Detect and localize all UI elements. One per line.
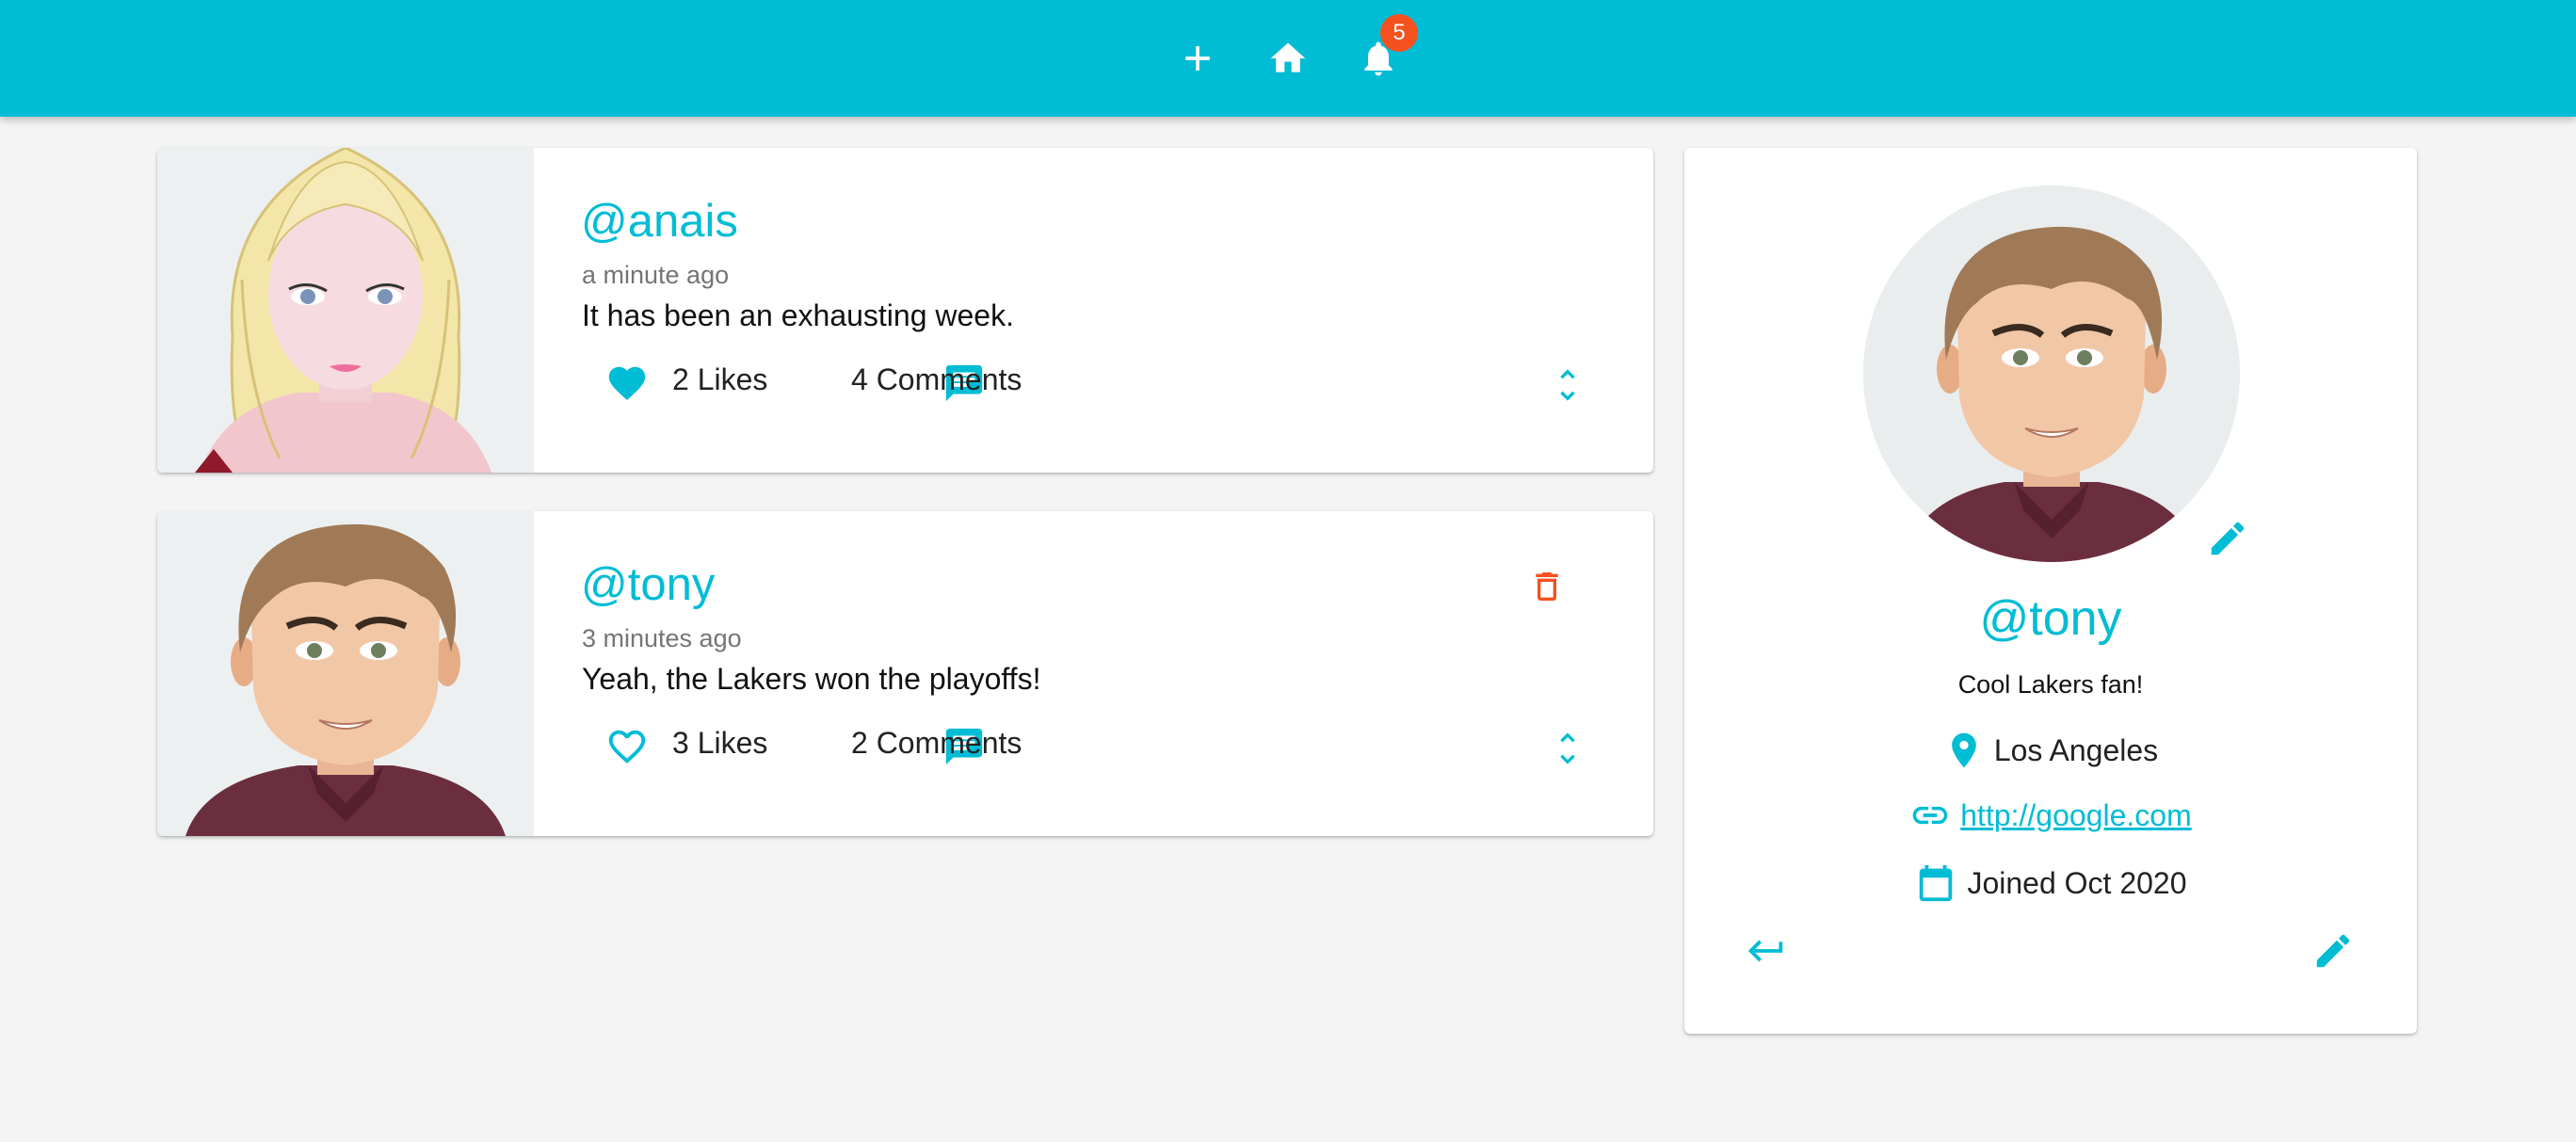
post-timestamp: 3 minutes ago xyxy=(582,624,742,652)
home-icon xyxy=(1270,42,1306,72)
keyboard-return-icon xyxy=(1747,940,1783,962)
like-button[interactable] xyxy=(605,362,649,405)
expand-post-button[interactable] xyxy=(1549,362,1586,408)
edit-avatar-button[interactable] xyxy=(2206,517,2249,560)
website-link[interactable]: http://google.com xyxy=(1960,798,2191,833)
profile-website: http://google.com xyxy=(1684,795,2417,836)
notification-badge: 5 xyxy=(1380,14,1418,52)
post-body: Yeah, the Lakers won the playoffs! xyxy=(582,662,1041,696)
pencil-icon xyxy=(2211,522,2245,555)
joined-text: Joined Oct 2020 xyxy=(1967,865,2187,900)
post-handle[interactable]: @tony xyxy=(581,558,715,611)
calendar-icon xyxy=(1920,864,1953,902)
post-avatar-image xyxy=(157,511,534,836)
post-card: @anais a minute ago It has been an exhau… xyxy=(157,148,1653,473)
trash-icon xyxy=(1536,572,1558,601)
profile-avatar xyxy=(1863,185,2240,562)
add-post-button[interactable] xyxy=(1167,28,1228,88)
comments-count: 4 Comments xyxy=(851,362,1022,396)
home-button[interactable] xyxy=(1258,28,1318,88)
location-text: Los Angeles xyxy=(1993,732,2159,767)
unfold-more-icon xyxy=(1560,369,1575,401)
location-pin-icon xyxy=(1951,732,1976,768)
likes-count: 2 Likes xyxy=(672,362,768,396)
pencil-icon xyxy=(2316,934,2350,968)
profile-location: Los Angeles xyxy=(1684,730,2417,771)
like-button[interactable] xyxy=(605,725,649,768)
post-body: It has been an exhausting week. xyxy=(582,298,1014,332)
edit-profile-button[interactable] xyxy=(2311,929,2355,973)
heart-outline-icon xyxy=(608,730,646,764)
comments-count: 2 Comments xyxy=(851,726,1022,760)
profile-card: @tony Cool Lakers fan! Los Angeles http:… xyxy=(1684,148,2417,1034)
unfold-more-icon xyxy=(1560,732,1575,764)
app-bar: 5 xyxy=(0,0,2576,117)
likes-count: 3 Likes xyxy=(672,726,768,760)
profile-bio: Cool Lakers fan! xyxy=(1957,670,2144,699)
link-icon xyxy=(1912,806,1948,825)
post-timestamp: a minute ago xyxy=(582,261,730,289)
delete-post-button[interactable] xyxy=(1528,566,1566,607)
add-icon xyxy=(1185,46,1210,71)
post-card: @tony 3 minutes ago Yeah, the Lakers won… xyxy=(157,511,1653,836)
post-handle[interactable]: @anais xyxy=(581,195,738,248)
post-avatar-image xyxy=(157,148,534,473)
expand-post-button[interactable] xyxy=(1549,726,1586,771)
logout-button[interactable] xyxy=(1745,929,1788,973)
profile-joined: Joined Oct 2020 xyxy=(1684,861,2417,905)
heart-filled-icon xyxy=(608,366,646,400)
profile-handle[interactable]: @tony xyxy=(1684,590,2417,647)
